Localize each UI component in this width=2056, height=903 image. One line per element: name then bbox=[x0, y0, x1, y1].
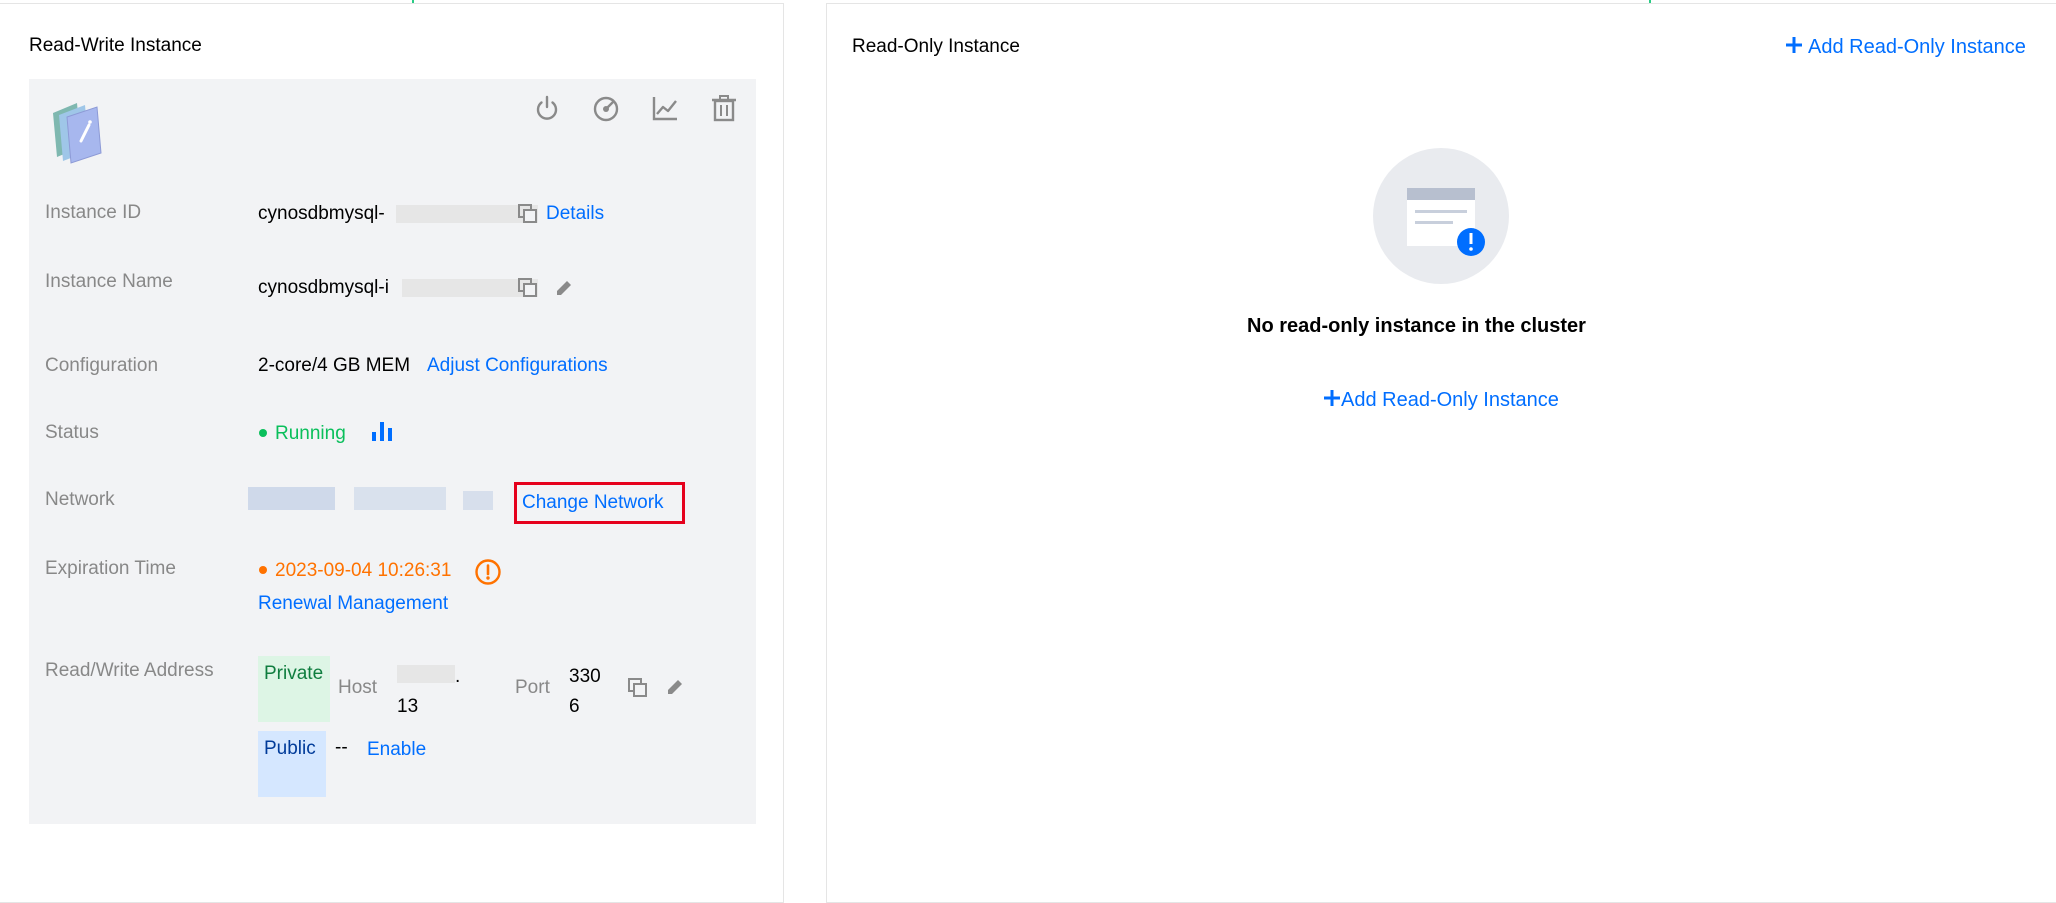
trash-icon[interactable] bbox=[709, 93, 739, 123]
instance-name-label: Instance Name bbox=[45, 271, 173, 292]
empty-state-illustration bbox=[1373, 148, 1509, 284]
panel-title: Read-Write Instance bbox=[29, 35, 202, 56]
add-read-only-instance-button[interactable]: Add Read-Only Instance bbox=[1785, 35, 2026, 59]
configuration-label: Configuration bbox=[45, 355, 159, 376]
port-label: Port bbox=[515, 677, 550, 698]
network-label: Network bbox=[45, 489, 115, 510]
empty-document-icon bbox=[1407, 188, 1485, 256]
configuration-value: 2-core/4 GB MEM bbox=[258, 355, 411, 376]
add-read-only-instance-label: Add Read-Only Instance bbox=[1808, 36, 2026, 58]
public-value: -- bbox=[335, 737, 348, 758]
read-write-panel: Read-Write Instance Instance ID cynosdbm… bbox=[0, 3, 784, 903]
speed-icon[interactable] bbox=[591, 93, 621, 123]
instance-logo-icon bbox=[47, 99, 107, 165]
port-value: 3306 bbox=[569, 666, 601, 717]
redacted-network bbox=[354, 487, 446, 510]
empty-add-read-only-instance-button[interactable]: Add Read-Only Instance bbox=[1323, 388, 1559, 412]
details-link[interactable]: Details bbox=[546, 203, 604, 225]
empty-state-message: No read-only instance in the cluster bbox=[1247, 315, 1586, 337]
panel-title: Read-Only Instance bbox=[852, 36, 1020, 57]
expiration-label: Expiration Time bbox=[45, 558, 176, 579]
adjust-configurations-link[interactable]: Adjust Configurations bbox=[427, 355, 608, 377]
warning-icon[interactable] bbox=[474, 558, 502, 586]
plus-icon bbox=[1323, 389, 1341, 407]
instance-card: Instance ID cynosdbmysql- Details Instan… bbox=[29, 79, 756, 824]
private-tag: Private bbox=[258, 656, 330, 722]
redacted-network bbox=[463, 491, 493, 510]
instance-id-value: cynosdbmysql- bbox=[258, 203, 385, 224]
read-only-panel: Read-Only Instance Add Read-Only Instanc… bbox=[826, 3, 2056, 903]
read-write-address-label: Read/Write Address bbox=[45, 660, 214, 681]
status-dot bbox=[259, 429, 267, 437]
host-value: .13 bbox=[397, 666, 461, 717]
enable-link[interactable]: Enable bbox=[367, 739, 426, 761]
status-label: Status bbox=[45, 422, 99, 443]
renewal-management-link[interactable]: Renewal Management bbox=[258, 593, 448, 615]
empty-add-read-only-instance-label: Add Read-Only Instance bbox=[1341, 389, 1559, 411]
host-label: Host bbox=[338, 677, 378, 698]
copy-icon[interactable] bbox=[517, 203, 539, 225]
public-tag: Public bbox=[258, 731, 326, 797]
redacted-network bbox=[248, 487, 335, 510]
copy-icon[interactable] bbox=[627, 677, 649, 699]
bar-chart-icon[interactable] bbox=[370, 419, 394, 443]
edit-icon[interactable] bbox=[554, 278, 574, 298]
edit-icon[interactable] bbox=[665, 677, 685, 697]
copy-icon[interactable] bbox=[517, 277, 539, 299]
plus-icon bbox=[1785, 36, 1803, 54]
change-network-highlight bbox=[514, 482, 685, 524]
expiration-dot bbox=[259, 566, 267, 574]
power-icon[interactable] bbox=[532, 93, 562, 123]
status-value: Running bbox=[275, 423, 346, 444]
expiration-value: 2023-09-04 10:26:31 bbox=[275, 560, 452, 581]
line-chart-icon[interactable] bbox=[650, 93, 680, 123]
instance-name-value: cynosdbmysql-i bbox=[258, 277, 389, 298]
instance-id-label: Instance ID bbox=[45, 202, 142, 223]
